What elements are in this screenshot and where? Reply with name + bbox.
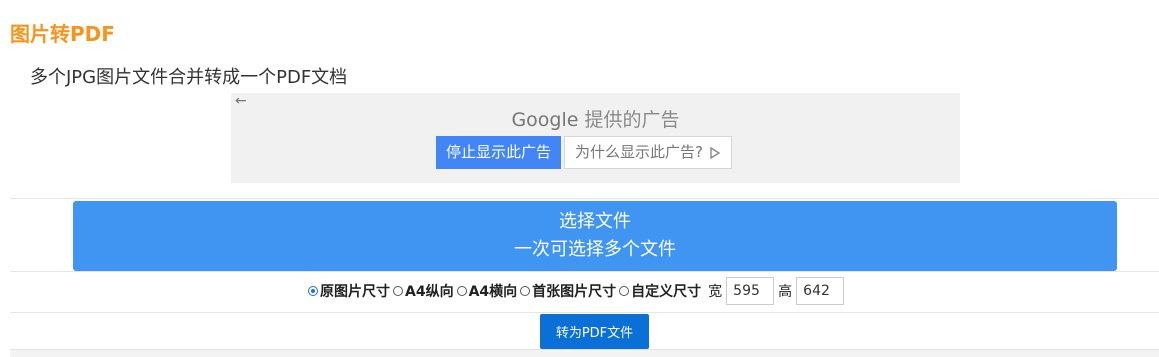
option-label: A4纵向 [405,284,454,300]
page-subtitle: 多个JPG图片文件合并转成一个PDF文档 [30,67,348,88]
google-logo: Google [511,109,579,131]
choose-file-hint: 一次可选择多个文件 [514,239,676,260]
radio-custom-size[interactable] [619,286,630,296]
option-label: 首张图片尺寸 [532,284,617,300]
ad-banner: ← Google 提供的广告 停止显示此广告 为什么显示此广告? [231,93,960,183]
width-label: 宽 [708,284,723,300]
divider [10,271,1159,272]
width-input[interactable]: 595 [726,277,775,305]
option-a4-landscape[interactable]: A4横向 [456,281,518,301]
radio-original-size[interactable] [308,286,318,296]
option-first-image-size[interactable]: 首张图片尺寸 [520,281,616,301]
option-label: 原图片尺寸 [320,284,390,300]
choose-file-label: 选择文件 [559,211,631,232]
adchoices-play-icon [710,146,721,159]
radio-a4-portrait[interactable] [393,286,403,296]
page-size-options: 原图片尺寸 A4纵向 A4横向 首张图片尺寸 自定义尺寸 宽 595 高 642 [308,276,845,306]
height-input[interactable]: 642 [796,277,845,305]
ad-provided-text: 提供的广告 [584,109,680,131]
convert-to-pdf-button[interactable]: 转为PDF文件 [540,314,649,349]
option-original-size[interactable]: 原图片尺寸 [308,281,390,301]
option-a4-portrait[interactable]: A4纵向 [393,281,454,301]
option-label: A4横向 [468,284,518,300]
divider [10,312,1159,313]
page-title: 图片转PDF [10,22,115,46]
radio-a4-landscape[interactable] [456,286,467,296]
divider [10,198,1159,199]
ad-buttons: 停止显示此广告 为什么显示此广告? [436,136,732,169]
choose-file-button[interactable]: 选择文件 一次可选择多个文件 [73,201,1117,271]
ad-header: Google 提供的广告 [231,105,960,132]
why-ad-label: 为什么显示此广告? [575,143,703,161]
height-label: 高 [778,284,793,300]
why-ad-button[interactable]: 为什么显示此广告? [564,136,732,169]
stop-ad-button[interactable]: 停止显示此广告 [436,136,562,169]
option-custom-size[interactable]: 自定义尺寸 [619,281,701,301]
option-label: 自定义尺寸 [631,284,702,300]
radio-first-image-size[interactable] [520,286,531,296]
